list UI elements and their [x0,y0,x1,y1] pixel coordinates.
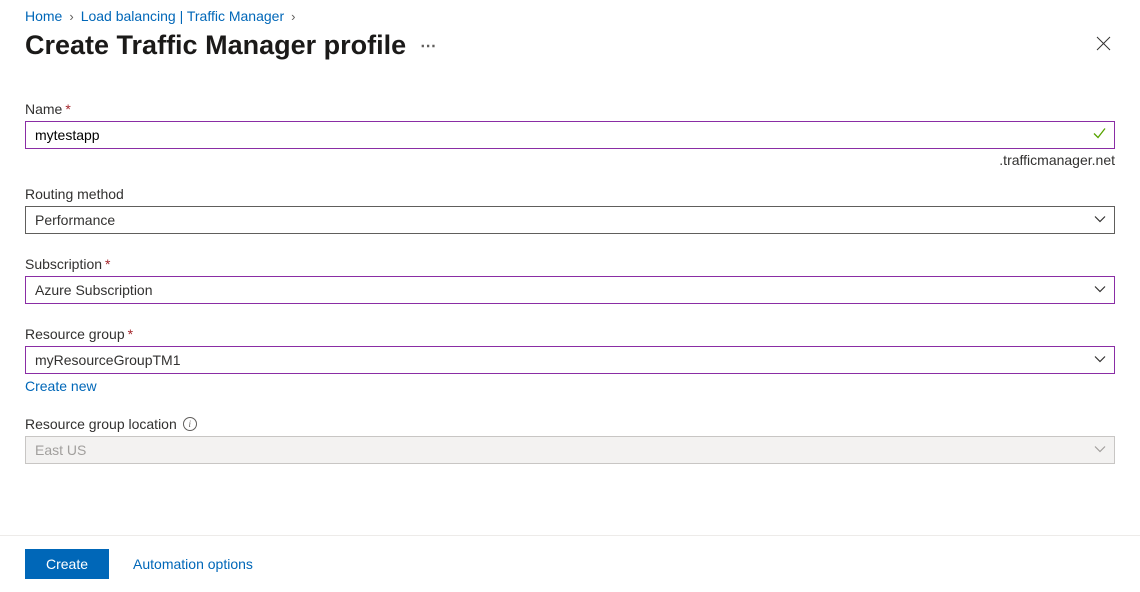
name-input[interactable] [25,121,1115,149]
label-name: Name* [25,101,1115,117]
required-indicator: * [105,256,110,272]
close-button[interactable] [1092,32,1115,60]
checkmark-icon [1092,126,1107,145]
field-resource-group-location: Resource group location i East US [25,416,1115,464]
chevron-right-icon: › [291,9,295,24]
breadcrumb-home[interactable]: Home [25,8,62,24]
create-button[interactable]: Create [25,549,109,579]
label-routing-method: Routing method [25,186,1115,202]
domain-suffix: .trafficmanager.net [25,152,1115,168]
form-area: Name* .trafficmanager.net Routing method… [0,61,1140,464]
create-new-resource-group-link[interactable]: Create new [25,378,1115,394]
page-title-wrap: Create Traffic Manager profile ⋯ [25,30,437,61]
field-routing-method: Routing method Performance [25,186,1115,234]
breadcrumb: Home › Load balancing | Traffic Manager … [0,0,1140,24]
info-icon[interactable]: i [183,417,197,431]
required-indicator: * [65,101,70,117]
subscription-select[interactable]: Azure Subscription [25,276,1115,304]
field-name: Name* .trafficmanager.net [25,101,1115,168]
more-actions-button[interactable]: ⋯ [420,36,437,56]
resource-group-location-select: East US [25,436,1115,464]
resource-group-select[interactable]: myResourceGroupTM1 [25,346,1115,374]
page-title: Create Traffic Manager profile [25,30,406,61]
automation-options-link[interactable]: Automation options [133,556,253,572]
routing-method-select[interactable]: Performance [25,206,1115,234]
field-subscription: Subscription* Azure Subscription [25,256,1115,304]
label-resource-group-location: Resource group location i [25,416,1115,432]
footer-bar: Create Automation options [0,535,1140,592]
label-subscription: Subscription* [25,256,1115,272]
required-indicator: * [128,326,133,342]
field-resource-group: Resource group* myResourceGroupTM1 Creat… [25,326,1115,394]
label-resource-group: Resource group* [25,326,1115,342]
chevron-right-icon: › [69,9,73,24]
page-header: Create Traffic Manager profile ⋯ [0,24,1140,61]
breadcrumb-load-balancing[interactable]: Load balancing | Traffic Manager [81,8,284,24]
